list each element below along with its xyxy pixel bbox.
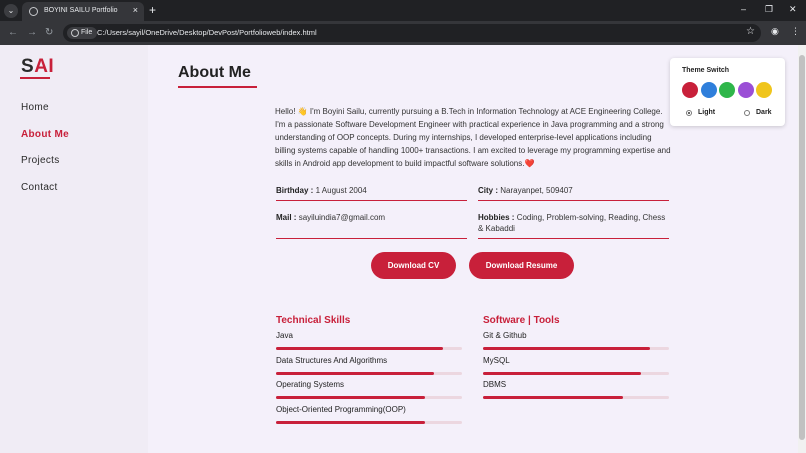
- skill-label: Object-Oriented Programming(OOP): [276, 404, 406, 414]
- skill-label: Operating Systems: [276, 380, 345, 389]
- theme-color-swatch[interactable]: [737, 82, 754, 98]
- skill-bar-track: [276, 347, 462, 350]
- theme-color-swatch[interactable]: [682, 82, 698, 98]
- skill-bar-track: [276, 420, 462, 424]
- info-city: City : Narayanpet, 509407: [478, 185, 669, 201]
- skill-label: Data Structures And Algorithms: [276, 355, 388, 365]
- theme-color-swatch[interactable]: [700, 82, 717, 98]
- nav-projects[interactable]: Projects: [21, 155, 60, 166]
- dark-mode-label[interactable]: Dark: [756, 109, 772, 116]
- skill-bar-track: [483, 371, 669, 375]
- logo-accent: AI: [34, 56, 55, 77]
- dark-mode-radio[interactable]: [744, 110, 750, 116]
- tab-close-icon[interactable]: ×: [133, 5, 138, 15]
- mail-label: Mail :: [276, 213, 297, 222]
- skill-label: DBMS: [483, 380, 507, 389]
- light-mode-radio[interactable]: [686, 110, 692, 116]
- skill-label: Java: [276, 331, 293, 340]
- bookmark-star-icon[interactable]: ☆: [746, 26, 755, 37]
- skill-bar-track: [276, 396, 462, 399]
- logo-underline: [20, 77, 50, 79]
- nav-contact[interactable]: Contact: [21, 182, 58, 193]
- mail-value: sayiluindia7@gmail.com: [298, 213, 386, 222]
- new-tab-button[interactable]: +: [149, 3, 156, 17]
- technical-skills-title: Technical Skills: [276, 315, 351, 326]
- browser-menu-icon[interactable]: ⋮: [791, 26, 800, 37]
- close-window-button[interactable]: ✕: [789, 4, 797, 15]
- tab-title: BOYINI SAILU Portfolio: [44, 7, 118, 14]
- skill-bar-fill: [483, 347, 651, 350]
- city-value: Narayanpet, 509407: [500, 186, 573, 195]
- globe-icon: [29, 7, 38, 16]
- url-text[interactable]: C:/Users/sayil/OneDrive/Desktop/DevPost/…: [97, 28, 317, 37]
- theme-color-swatch[interactable]: [719, 82, 735, 98]
- skill-bar-fill: [276, 347, 444, 350]
- browser-toolbar: ← → ↻ File C:/Users/sayil/OneDrive/Deskt…: [0, 21, 806, 45]
- tab-search-button[interactable]: ⌄: [4, 4, 18, 18]
- download-cv-button[interactable]: Download CV: [371, 252, 456, 279]
- skill-bar-track: [483, 396, 669, 399]
- nav-about-me[interactable]: About Me: [21, 129, 69, 140]
- minimize-button[interactable]: –: [741, 4, 746, 14]
- birthday-value: 1 August 2004: [315, 186, 367, 195]
- back-button[interactable]: ←: [8, 26, 18, 40]
- page-viewport: SAI Home About Me Projects Contact About…: [0, 45, 798, 453]
- skill-bar-fill: [276, 371, 435, 375]
- light-mode-label[interactable]: Light: [698, 109, 715, 116]
- city-label: City :: [478, 186, 498, 195]
- address-bar[interactable]: File C:/Users/sayil/OneDrive/Desktop/Dev…: [63, 24, 761, 42]
- page-scrollbar[interactable]: [798, 45, 806, 453]
- skill-bar-fill: [276, 420, 425, 424]
- skill-bar-track: [276, 371, 462, 375]
- forward-button[interactable]: →: [27, 26, 37, 40]
- file-chip[interactable]: File: [67, 27, 98, 39]
- skill-label: MySQL: [483, 355, 510, 365]
- profile-icon[interactable]: ◉: [771, 26, 779, 37]
- logo-letter: S: [21, 56, 35, 77]
- title-underline: [178, 86, 257, 88]
- skill-bar-fill: [276, 396, 425, 399]
- download-resume-button[interactable]: Download Resume: [469, 252, 574, 279]
- skill-bar-track: [483, 347, 669, 350]
- hobbies-label: Hobbies :: [478, 213, 515, 222]
- software-tools-title: Software | Tools: [483, 315, 560, 326]
- scrollbar-thumb[interactable]: [799, 55, 805, 440]
- theme-switch-title: Theme Switch: [682, 67, 730, 74]
- maximize-button[interactable]: ❐: [765, 4, 773, 15]
- page-title: About Me: [178, 64, 251, 81]
- info-mail: Mail : sayiluindia7@gmail.com: [276, 212, 467, 239]
- theme-switch-panel: Theme Switch Light Dark: [670, 58, 785, 126]
- theme-color-swatch[interactable]: [756, 82, 772, 98]
- skill-bar-fill: [483, 396, 623, 399]
- sidebar: SAI Home About Me Projects Contact: [0, 45, 148, 453]
- about-paragraph: Hello! 👋 I'm Boyini Sailu, currently pur…: [275, 107, 671, 168]
- skill-bar-fill: [483, 371, 642, 375]
- skill-label: Git & Github: [483, 331, 527, 340]
- info-birthday: Birthday : 1 August 2004: [276, 185, 467, 201]
- birthday-label: Birthday :: [276, 186, 314, 195]
- info-hobbies: Hobbies : Coding, Problem-solving, Readi…: [478, 212, 669, 239]
- site-logo[interactable]: SAI: [21, 56, 54, 78]
- reload-button[interactable]: ↻: [45, 26, 53, 40]
- browser-tab-bar: ⌄ BOYINI SAILU Portfolio × + – ❐ ✕: [0, 0, 806, 21]
- browser-tab[interactable]: BOYINI SAILU Portfolio ×: [22, 2, 144, 21]
- nav-home[interactable]: Home: [21, 102, 49, 113]
